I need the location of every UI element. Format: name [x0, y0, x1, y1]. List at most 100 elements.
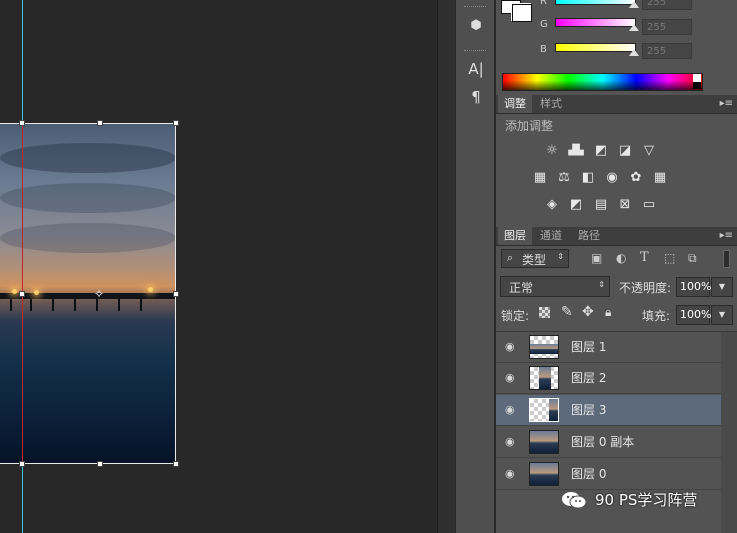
layer-name[interactable]: 图层 2: [571, 363, 606, 394]
tab-styles[interactable]: 样式: [534, 95, 568, 113]
layer-thumbnail[interactable]: [529, 430, 559, 454]
blend-mode-select[interactable]: 正常 ⇕: [500, 276, 610, 297]
photo-filter-icon[interactable]: ◉: [603, 169, 621, 187]
dock-grip[interactable]: [464, 50, 486, 53]
spectrum-black-swatch[interactable]: [693, 82, 701, 89]
color-balance-icon[interactable]: ⚖: [555, 169, 573, 187]
transform-bounding-box[interactable]: [0, 123, 176, 464]
fill-dropdown-button[interactable]: ▼: [711, 305, 733, 325]
vibrance-icon[interactable]: ▽: [640, 142, 658, 160]
dock-grip[interactable]: [464, 6, 486, 9]
lock-label: 锁定:: [501, 309, 530, 323]
paragraph-icon[interactable]: ¶: [463, 86, 489, 108]
filter-smart-object-icon[interactable]: ⧉: [688, 251, 697, 266]
layers-scrollbar[interactable]: [721, 332, 737, 533]
panel-divider: [437, 0, 456, 533]
spectrum-white-swatch[interactable]: [693, 74, 701, 82]
visibility-eye-icon[interactable]: ◉: [505, 436, 519, 448]
transform-handle-top[interactable]: [97, 120, 103, 126]
filter-toggle-switch[interactable]: [723, 250, 730, 268]
tab-channels[interactable]: 通道: [534, 227, 568, 245]
tab-paths[interactable]: 路径: [572, 227, 606, 245]
layer-thumbnail[interactable]: [529, 462, 559, 486]
g-slider-handle[interactable]: [629, 24, 639, 31]
lock-position-icon[interactable]: ✥: [582, 304, 594, 320]
black-white-icon[interactable]: ◧: [579, 169, 597, 187]
levels-icon[interactable]: ▟▙: [567, 142, 585, 160]
b-slider-handle[interactable]: [629, 49, 639, 56]
opacity-dropdown-button[interactable]: ▼: [711, 277, 733, 297]
transform-handle-right[interactable]: [173, 291, 179, 297]
r-value-field[interactable]: 255: [642, 0, 692, 10]
tab-adjustments[interactable]: 调整: [498, 95, 532, 113]
visibility-eye-icon[interactable]: ◉: [505, 341, 519, 353]
hue-saturation-icon[interactable]: ▦: [531, 169, 549, 187]
r-slider-ramp[interactable]: [555, 0, 636, 5]
visibility-eye-icon[interactable]: ◉: [505, 404, 519, 416]
background-color-swatch[interactable]: [512, 4, 532, 22]
g-slider-ramp[interactable]: [555, 18, 636, 27]
gradient-map-icon[interactable]: ▭: [640, 196, 658, 214]
channel-label-g: G: [540, 19, 548, 30]
3d-cubes-icon[interactable]: ⬢: [463, 15, 489, 37]
exposure-icon[interactable]: ◪: [616, 142, 634, 160]
layer-row[interactable]: ◉ 图层 1: [496, 332, 721, 363]
document-canvas[interactable]: ✧: [0, 0, 437, 533]
transform-handle-left[interactable]: [19, 291, 25, 297]
thumbnail-image: [530, 463, 558, 485]
wechat-logo-icon: [562, 492, 587, 509]
filter-pixel-icon[interactable]: ▣: [591, 251, 602, 265]
transform-handle-bottom[interactable]: [97, 461, 103, 467]
threshold-icon[interactable]: ▤: [592, 196, 610, 214]
tab-layers[interactable]: 图层: [498, 227, 532, 245]
posterize-icon[interactable]: ◩: [567, 196, 585, 214]
opacity-field[interactable]: 100%: [676, 277, 711, 297]
visibility-eye-icon[interactable]: ◉: [505, 372, 519, 384]
lock-image-pixels-icon[interactable]: ✎: [561, 304, 573, 320]
curves-icon[interactable]: ◩: [592, 142, 610, 160]
lock-all-icon[interactable]: 🔒︎: [605, 305, 611, 320]
panel-menu-icon[interactable]: ▸≡: [720, 230, 733, 241]
transform-handle-top-left[interactable]: [19, 120, 25, 126]
filter-adjustment-icon[interactable]: ◐: [616, 251, 626, 265]
fill-field[interactable]: 100%: [676, 305, 711, 325]
layer-row[interactable]: ◉ 图层 0 副本: [496, 427, 721, 458]
channel-mixer-icon[interactable]: ✿: [627, 169, 645, 187]
transform-center-icon[interactable]: ✧: [94, 287, 104, 301]
character-icon[interactable]: A|: [463, 58, 489, 80]
collapsed-panel-dock: ⬢ A| ¶: [455, 0, 495, 533]
layer-row[interactable]: ◉ 图层 2: [496, 363, 721, 394]
blend-mode-value: 正常: [509, 281, 534, 295]
layer-name[interactable]: 图层 3: [571, 395, 606, 426]
chevron-updown-icon: ⇕: [557, 252, 564, 261]
brightness-contrast-icon[interactable]: ☼: [543, 142, 561, 160]
layer-filter-select[interactable]: ⌕ 类型 ⇕: [501, 249, 569, 268]
b-slider-ramp[interactable]: [555, 43, 636, 52]
layer-name[interactable]: 图层 0 副本: [571, 427, 634, 458]
color-lookup-icon[interactable]: ▦: [651, 169, 669, 187]
filter-type-icon[interactable]: T: [640, 250, 649, 265]
layer-name[interactable]: 图层 1: [571, 332, 606, 363]
watermark: 90 PS学习阵营: [560, 487, 697, 513]
color-spectrum-bar[interactable]: [502, 73, 703, 91]
b-value-field[interactable]: 255: [642, 43, 692, 59]
selective-color-icon[interactable]: ⊠: [616, 196, 634, 214]
transform-handle-bottom-left[interactable]: [19, 461, 25, 467]
adjustments-title: 添加调整: [505, 119, 554, 133]
layer-thumbnail[interactable]: [529, 398, 559, 422]
layer-name[interactable]: 图层 0: [571, 459, 606, 490]
transform-handle-top-right[interactable]: [173, 120, 179, 126]
layer-row[interactable]: ◉ 图层 0: [496, 459, 721, 490]
panel-menu-icon[interactable]: ▸≡: [720, 98, 733, 109]
visibility-eye-icon[interactable]: ◉: [505, 468, 519, 480]
lock-transparent-pixels-icon[interactable]: [539, 307, 550, 318]
layer-thumbnail[interactable]: [529, 335, 559, 359]
invert-icon[interactable]: ◈: [543, 196, 561, 214]
transform-handle-bottom-right[interactable]: [173, 461, 179, 467]
layer-thumbnail[interactable]: [529, 366, 559, 390]
filter-shape-icon[interactable]: ⬚: [664, 251, 675, 265]
opacity-label: 不透明度:: [619, 281, 672, 295]
g-value-field[interactable]: 255: [642, 19, 692, 35]
layer-row-selected[interactable]: ◉ 图层 3: [496, 395, 721, 426]
r-slider-handle[interactable]: [629, 1, 639, 8]
